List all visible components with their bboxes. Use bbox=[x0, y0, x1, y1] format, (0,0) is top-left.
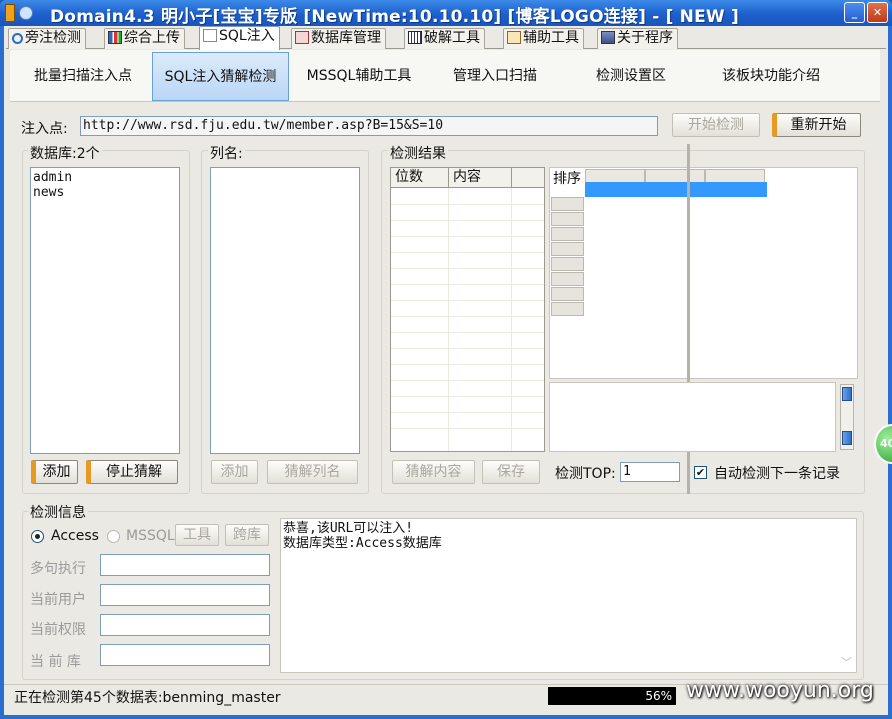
clipboard-icon bbox=[507, 31, 521, 44]
mssql-label: MSSQL bbox=[126, 528, 175, 544]
selected-row[interactable] bbox=[585, 182, 767, 197]
current-db-input[interactable] bbox=[100, 644, 270, 666]
mssql-radio[interactable] bbox=[107, 530, 120, 543]
chevron-down-icon[interactable]: ﹀ bbox=[841, 655, 852, 670]
log-output[interactable]: 恭喜,该URL可以注入! 数据库类型:Access数据库 ﹀ bbox=[280, 518, 857, 673]
auto-detect-checkbox[interactable]: ✔ bbox=[694, 466, 707, 479]
sort-grid[interactable]: 排序 bbox=[549, 167, 858, 379]
database-label: 数据库:2个 bbox=[28, 143, 102, 163]
tab-about[interactable]: 关于程序 bbox=[597, 28, 678, 49]
results-label: 检测结果 bbox=[388, 143, 448, 163]
help-button[interactable]: 该板块功能介绍 bbox=[706, 52, 836, 101]
col-position-header: 位数 bbox=[391, 168, 449, 188]
access-label: Access bbox=[51, 528, 99, 544]
tab-crack-tools[interactable]: 破解工具 bbox=[404, 28, 485, 49]
cross-db-button[interactable]: 跨库 bbox=[225, 524, 269, 546]
tab-upload[interactable]: 综合上传 bbox=[104, 28, 185, 49]
app-icon bbox=[5, 4, 35, 22]
multi-exec-input[interactable] bbox=[100, 554, 270, 576]
col-extra-header bbox=[512, 168, 544, 188]
chart-icon bbox=[108, 31, 122, 44]
batch-scan-button[interactable]: 批量扫描注入点 bbox=[18, 52, 148, 101]
tab-sql-inject[interactable]: SQL注入 bbox=[199, 26, 280, 50]
scroll-up-arrow-icon[interactable] bbox=[842, 387, 852, 401]
detail-panel bbox=[549, 382, 836, 452]
tab-side-inject[interactable]: 旁注检测 bbox=[8, 28, 86, 49]
info-label: 检测信息 bbox=[28, 502, 88, 522]
tool-button[interactable]: 工具 bbox=[175, 524, 219, 546]
database-list[interactable]: admin news bbox=[30, 167, 180, 454]
inject-label: 注入点: bbox=[21, 121, 68, 137]
log-line: 数据库类型:Access数据库 bbox=[283, 536, 442, 551]
current-db-label: 当 前 库 bbox=[30, 654, 81, 670]
add-column-button[interactable]: 添加 bbox=[211, 460, 258, 484]
window-title: Domain4.3 明小子[宝宝]专版 [NewTime:10.10.10] [… bbox=[50, 7, 739, 27]
auto-detect-label: 自动检测下一条记录 bbox=[714, 466, 840, 482]
sort-header: 排序 bbox=[553, 171, 581, 187]
search-icon bbox=[203, 29, 217, 42]
admin-scan-button[interactable]: 管理入口扫描 bbox=[430, 52, 560, 101]
book-icon bbox=[601, 31, 615, 44]
tab-db-manage[interactable]: 数据库管理 bbox=[291, 28, 386, 49]
top-count-input[interactable]: 1 bbox=[620, 462, 680, 482]
progress-label: 56% bbox=[645, 689, 672, 703]
columns-label: 列名: bbox=[208, 143, 245, 163]
log-line: 恭喜,该URL可以注入! bbox=[283, 521, 414, 536]
mssql-tools-button[interactable]: MSSQL辅助工具 bbox=[294, 52, 424, 101]
results-table[interactable]: 位数 内容 bbox=[390, 167, 545, 452]
progress-bar: 56% bbox=[548, 687, 676, 705]
minimize-icon[interactable]: _ bbox=[844, 2, 865, 23]
title-bar[interactable]: Domain4.3 明小子[宝宝]专版 [NewTime:10.10.10] [… bbox=[0, 0, 892, 27]
watermark: www.wooyun.org bbox=[686, 678, 874, 703]
sub-toolbar: 批量扫描注入点 SQL注入猜解检测 MSSQL辅助工具 管理入口扫描 检测设置区… bbox=[10, 50, 880, 102]
current-perm-input[interactable] bbox=[100, 614, 270, 636]
current-user-label: 当前用户 bbox=[30, 592, 86, 608]
start-detect-button[interactable]: 开始检测 bbox=[672, 113, 760, 137]
list-item[interactable]: admin bbox=[33, 170, 179, 185]
sql-guess-button[interactable]: SQL注入猜解检测 bbox=[152, 52, 289, 101]
list-item[interactable]: news bbox=[33, 185, 179, 200]
top-label: 检测TOP: bbox=[555, 466, 616, 482]
guess-content-button[interactable]: 猜解内容 bbox=[392, 460, 475, 484]
tab-aux-tools[interactable]: 辅助工具 bbox=[503, 28, 584, 49]
status-text: 正在检测第45个数据表:benming_master bbox=[14, 690, 281, 706]
scroll-down-arrow-icon[interactable] bbox=[842, 431, 852, 445]
magnifier-icon bbox=[12, 33, 23, 44]
inject-url-input[interactable]: http://www.rsd.fju.edu.tw/member.asp?B=1… bbox=[80, 116, 658, 136]
current-perm-label: 当前权限 bbox=[30, 622, 86, 638]
restart-button[interactable]: 重新开始 bbox=[772, 113, 861, 137]
database-icon bbox=[295, 31, 309, 44]
settings-button[interactable]: 检测设置区 bbox=[566, 52, 696, 101]
stop-guess-button[interactable]: 停止猜解 bbox=[86, 460, 178, 484]
detail-scrollbar[interactable] bbox=[840, 384, 854, 450]
add-table-button[interactable]: 添加 bbox=[31, 460, 78, 484]
close-icon[interactable]: ✕ bbox=[867, 2, 888, 23]
access-radio[interactable] bbox=[31, 530, 44, 543]
columns-list[interactable] bbox=[210, 167, 360, 454]
current-user-input[interactable] bbox=[100, 584, 270, 606]
keyboard-icon bbox=[408, 31, 422, 44]
col-content-header: 内容 bbox=[449, 168, 512, 188]
guess-columns-button[interactable]: 猜解列名 bbox=[267, 460, 358, 484]
multi-exec-label: 多句执行 bbox=[30, 561, 86, 577]
main-tabs: 旁注检测 综合上传 SQL注入 数据库管理 破解工具 辅助工具 关于程序 bbox=[6, 26, 886, 50]
save-button[interactable]: 保存 bbox=[482, 460, 540, 484]
